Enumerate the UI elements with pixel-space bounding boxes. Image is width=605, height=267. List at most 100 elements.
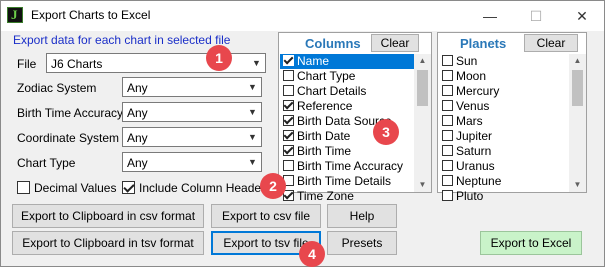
- item-checkbox[interactable]: [283, 55, 294, 66]
- item-label: Birth Time: [297, 144, 352, 158]
- item-checkbox[interactable]: [283, 145, 294, 156]
- birth-time-accuracy-value: Any: [127, 106, 148, 120]
- item-label: Mercury: [456, 84, 500, 98]
- item-label: Sun: [456, 54, 478, 68]
- item-checkbox[interactable]: [442, 70, 453, 81]
- zodiac-system-select[interactable]: Any ▼: [122, 77, 262, 97]
- include-headers-checkbox[interactable]: Include Column Headers: [122, 181, 271, 195]
- list-item[interactable]: Mars: [439, 114, 569, 129]
- zodiac-system-value: Any: [127, 81, 148, 95]
- export-clipboard-csv-button[interactable]: Export to Clipboard in csv format: [12, 204, 204, 228]
- item-checkbox[interactable]: [283, 115, 294, 126]
- coordinate-system-select[interactable]: Any ▼: [122, 127, 262, 147]
- columns-clear-button[interactable]: Clear: [371, 34, 419, 52]
- list-item[interactable]: Moon: [439, 69, 569, 84]
- item-checkbox[interactable]: [283, 100, 294, 111]
- item-checkbox[interactable]: [283, 85, 294, 96]
- list-item[interactable]: Birth Time: [280, 144, 416, 159]
- columns-title: Columns: [305, 36, 361, 51]
- presets-button[interactable]: Presets: [327, 231, 397, 255]
- item-label: Mars: [456, 114, 483, 128]
- item-label: Moon: [456, 69, 487, 83]
- list-item[interactable]: Sun: [439, 54, 569, 69]
- planets-header: Planets Clear: [438, 33, 586, 53]
- export-csv-file-button[interactable]: Export to csv file: [211, 204, 321, 228]
- birth-time-accuracy-select[interactable]: Any ▼: [122, 102, 262, 122]
- callout-badge-4: 4: [299, 241, 325, 267]
- coordinate-system-value: Any: [127, 131, 148, 145]
- planets-title: Planets: [460, 36, 507, 51]
- decimal-values-box[interactable]: [17, 181, 30, 194]
- item-label: Birth Time Accuracy: [297, 159, 404, 173]
- item-label: Jupiter: [456, 129, 493, 143]
- list-item[interactable]: Saturn: [439, 144, 569, 159]
- item-label: Chart Type: [297, 69, 356, 83]
- close-button[interactable]: ✕: [559, 1, 605, 31]
- item-label: Chart Details: [297, 84, 367, 98]
- item-checkbox[interactable]: [442, 115, 453, 126]
- title-bar: Export Charts to Excel — ☐ ✕: [1, 1, 604, 31]
- app-icon: [7, 7, 23, 23]
- item-checkbox[interactable]: [283, 160, 294, 171]
- item-checkbox[interactable]: [442, 160, 453, 171]
- item-checkbox[interactable]: [442, 85, 453, 96]
- item-label: Venus: [456, 99, 490, 113]
- item-checkbox[interactable]: [442, 130, 453, 141]
- item-checkbox[interactable]: [442, 55, 453, 66]
- chevron-down-icon: ▼: [248, 54, 265, 72]
- scroll-up-arrow-icon[interactable]: ▲: [569, 54, 586, 68]
- callout-badge-1: 1: [206, 45, 232, 71]
- list-item[interactable]: Pluto: [439, 189, 569, 204]
- item-checkbox[interactable]: [283, 70, 294, 81]
- include-headers-box[interactable]: [122, 181, 135, 194]
- list-item[interactable]: Name: [280, 54, 416, 69]
- decimal-values-checkbox[interactable]: Decimal Values: [17, 181, 116, 195]
- list-item[interactable]: Uranus: [439, 159, 569, 174]
- list-item[interactable]: Birth Time Details: [280, 174, 416, 189]
- columns-scrollbar[interactable]: ▲ ▼: [414, 54, 431, 192]
- list-item[interactable]: Chart Type: [280, 69, 416, 84]
- include-headers-label: Include Column Headers: [139, 181, 272, 195]
- item-checkbox[interactable]: [442, 100, 453, 111]
- scroll-up-arrow-icon[interactable]: ▲: [414, 54, 431, 68]
- export-charts-dialog: Export Charts to Excel — ☐ ✕ Export data…: [0, 0, 605, 267]
- file-select[interactable]: J6 Charts ▼: [46, 53, 266, 73]
- planets-scroll-thumb[interactable]: [572, 70, 583, 106]
- list-item[interactable]: Birth Time Accuracy: [280, 159, 416, 174]
- planets-scrollbar[interactable]: ▲ ▼: [569, 54, 586, 192]
- item-checkbox[interactable]: [442, 175, 453, 186]
- item-label: Birth Time Details: [297, 174, 392, 188]
- chart-type-value: Any: [127, 156, 148, 170]
- planets-clear-button[interactable]: Clear: [524, 34, 578, 52]
- planets-panel: Planets Clear Sun Moon Mercury Venus Mars Jup…: [437, 32, 587, 203]
- item-checkbox[interactable]: [283, 130, 294, 141]
- help-button[interactable]: Help: [327, 204, 397, 228]
- scroll-down-arrow-icon[interactable]: ▼: [569, 178, 586, 192]
- maximize-button[interactable]: ☐: [513, 1, 559, 31]
- export-to-excel-button[interactable]: Export to Excel: [480, 231, 582, 255]
- item-label: Reference: [297, 99, 353, 113]
- list-item[interactable]: Jupiter: [439, 129, 569, 144]
- chart-type-select[interactable]: Any ▼: [122, 152, 262, 172]
- item-label: Saturn: [456, 144, 492, 158]
- export-clipboard-tsv-button[interactable]: Export to Clipboard in tsv format: [12, 231, 204, 255]
- coordinate-system-label: Coordinate System: [17, 131, 120, 145]
- callout-badge-3: 3: [373, 119, 399, 145]
- file-label: File: [17, 57, 37, 71]
- planets-list[interactable]: Sun Moon Mercury Venus Mars Jupiter Saturn Uran…: [439, 54, 569, 204]
- list-item[interactable]: Reference: [280, 99, 416, 114]
- list-item[interactable]: Neptune: [439, 174, 569, 189]
- chart-type-label: Chart Type: [17, 156, 76, 170]
- item-label: Pluto: [456, 189, 484, 203]
- columns-header: Columns Clear: [279, 33, 431, 53]
- window-title: Export Charts to Excel: [31, 8, 151, 22]
- list-item[interactable]: Venus: [439, 99, 569, 114]
- scroll-down-arrow-icon[interactable]: ▼: [414, 178, 431, 192]
- list-item[interactable]: Time Zone: [280, 189, 416, 204]
- minimize-button[interactable]: —: [467, 1, 513, 31]
- item-checkbox[interactable]: [442, 145, 453, 156]
- list-item[interactable]: Chart Details: [280, 84, 416, 99]
- columns-scroll-thumb[interactable]: [417, 70, 428, 106]
- list-item[interactable]: Mercury: [439, 84, 569, 99]
- item-checkbox[interactable]: [442, 190, 453, 201]
